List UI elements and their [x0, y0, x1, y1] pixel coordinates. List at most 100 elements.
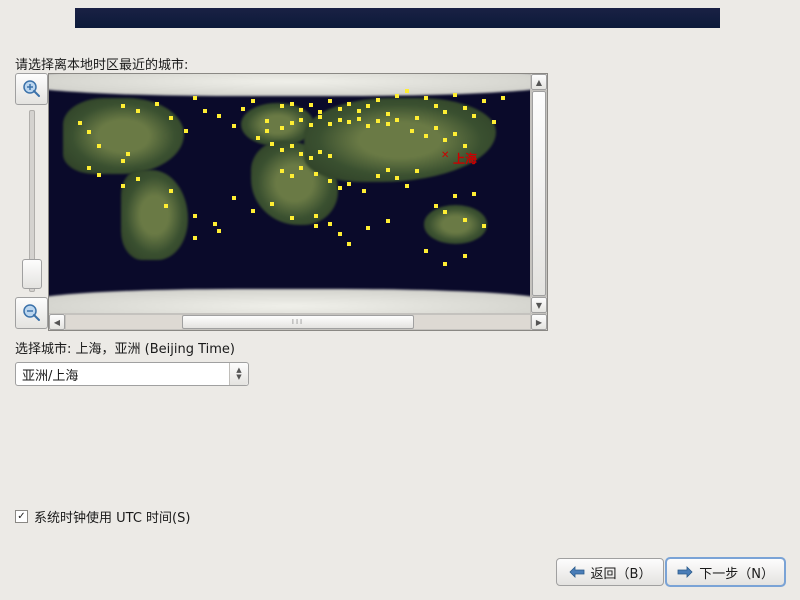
city-dot[interactable] [357, 109, 361, 113]
city-dot[interactable] [87, 166, 91, 170]
city-dot[interactable] [121, 159, 125, 163]
city-dot[interactable] [347, 120, 351, 124]
city-dot[interactable] [463, 254, 467, 258]
next-button[interactable]: 下一步（N） [666, 558, 785, 586]
city-dot[interactable] [424, 134, 428, 138]
city-dot[interactable] [270, 142, 274, 146]
city-dot[interactable] [203, 109, 207, 113]
city-dot[interactable] [443, 262, 447, 266]
city-dot[interactable] [314, 172, 318, 176]
city-dot[interactable] [290, 144, 294, 148]
city-dot[interactable] [193, 96, 197, 100]
zoom-slider-thumb[interactable] [22, 259, 42, 289]
city-dot[interactable] [501, 96, 505, 100]
hscroll-track[interactable]: III [65, 314, 531, 330]
city-dot[interactable] [376, 119, 380, 123]
city-dot[interactable] [328, 222, 332, 226]
city-dot[interactable] [463, 218, 467, 222]
city-dot[interactable] [169, 189, 173, 193]
city-dot[interactable] [217, 114, 221, 118]
city-dot[interactable] [415, 116, 419, 120]
city-dot[interactable] [169, 116, 173, 120]
city-dot[interactable] [280, 126, 284, 130]
city-dot[interactable] [338, 232, 342, 236]
city-dot[interactable] [482, 99, 486, 103]
city-dot[interactable] [492, 120, 496, 124]
city-dot[interactable] [328, 122, 332, 126]
city-dot[interactable] [164, 204, 168, 208]
city-dot[interactable] [338, 118, 342, 122]
city-dot[interactable] [405, 184, 409, 188]
city-dot[interactable] [256, 136, 260, 140]
city-dot[interactable] [136, 177, 140, 181]
city-dot[interactable] [338, 186, 342, 190]
city-dot[interactable] [309, 156, 313, 160]
city-dot[interactable] [472, 192, 476, 196]
city-dot[interactable] [290, 216, 294, 220]
city-dot[interactable] [347, 242, 351, 246]
city-dot[interactable] [213, 222, 217, 226]
city-dot[interactable] [347, 182, 351, 186]
scroll-up-button[interactable]: ▲ [531, 74, 547, 90]
city-dot[interactable] [184, 129, 188, 133]
city-dot[interactable] [386, 112, 390, 116]
city-dot[interactable] [443, 110, 447, 114]
city-dot[interactable] [472, 114, 476, 118]
city-dot[interactable] [87, 130, 91, 134]
scroll-left-button[interactable]: ◀ [49, 314, 65, 330]
city-dot[interactable] [232, 124, 236, 128]
city-dot[interactable] [366, 226, 370, 230]
city-dot[interactable] [328, 154, 332, 158]
zoom-slider[interactable] [15, 107, 48, 295]
city-dot[interactable] [309, 103, 313, 107]
city-dot[interactable] [443, 210, 447, 214]
city-dot[interactable] [395, 94, 399, 98]
timezone-map[interactable]: 上海 [49, 74, 530, 313]
hscroll-thumb[interactable]: III [182, 315, 414, 329]
city-dot[interactable] [366, 104, 370, 108]
city-dot[interactable] [386, 122, 390, 126]
vertical-scrollbar[interactable]: ▲ ▼ [530, 74, 547, 313]
utc-checkbox[interactable]: ✓ [15, 510, 28, 523]
city-dot[interactable] [357, 117, 361, 121]
city-dot[interactable] [217, 229, 221, 233]
city-dot[interactable] [386, 219, 390, 223]
city-dot[interactable] [453, 194, 457, 198]
city-dot[interactable] [280, 169, 284, 173]
city-dot[interactable] [338, 107, 342, 111]
city-dot[interactable] [318, 115, 322, 119]
city-dot[interactable] [290, 174, 294, 178]
city-dot[interactable] [121, 184, 125, 188]
city-dot[interactable] [376, 98, 380, 102]
vscroll-thumb[interactable] [532, 91, 546, 296]
city-dot[interactable] [251, 99, 255, 103]
timezone-combo[interactable]: 亚洲/上海 ▲ ▼ [15, 362, 249, 386]
back-button[interactable]: 返回（B） [556, 558, 664, 586]
city-dot[interactable] [463, 144, 467, 148]
city-dot[interactable] [290, 102, 294, 106]
scroll-down-button[interactable]: ▼ [531, 297, 547, 313]
city-dot[interactable] [443, 138, 447, 142]
city-dot[interactable] [78, 121, 82, 125]
city-dot[interactable] [366, 124, 370, 128]
city-dot[interactable] [126, 152, 130, 156]
city-dot[interactable] [270, 202, 274, 206]
city-dot[interactable] [386, 168, 390, 172]
city-dot[interactable] [415, 169, 419, 173]
city-dot[interactable] [265, 129, 269, 133]
city-dot[interactable] [299, 118, 303, 122]
city-dot[interactable] [97, 173, 101, 177]
city-dot[interactable] [362, 189, 366, 193]
city-dot[interactable] [155, 102, 159, 106]
city-dot[interactable] [193, 214, 197, 218]
city-dot[interactable] [434, 104, 438, 108]
city-dot[interactable] [121, 104, 125, 108]
city-dot[interactable] [299, 152, 303, 156]
city-dot[interactable] [453, 132, 457, 136]
city-dot[interactable] [251, 209, 255, 213]
scroll-right-button[interactable]: ▶ [531, 314, 547, 330]
combo-spinner[interactable]: ▲ ▼ [229, 363, 248, 385]
city-dot[interactable] [434, 126, 438, 130]
city-dot[interactable] [193, 236, 197, 240]
city-dot[interactable] [318, 150, 322, 154]
